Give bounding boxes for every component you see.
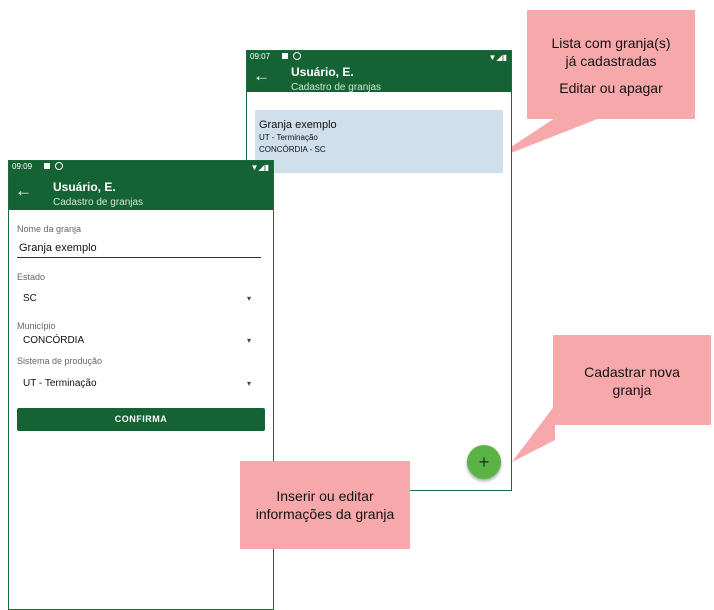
edit-callout-line2: informações da granja — [255, 506, 395, 522]
new-farm-callout-line2: granja — [612, 382, 652, 398]
status-time: 09:07 — [250, 52, 271, 61]
edit-callout: Inserir ou editar informações da granja — [240, 461, 410, 549]
city-dropdown-icon[interactable]: ▾ — [247, 336, 251, 345]
app-bar: ← Usuário, E. Cadastro de granjas — [247, 62, 511, 93]
farm-list-item[interactable]: Granja exemplo UT - Terminação CONCÓRDIA… — [255, 110, 503, 173]
production-system-label: Sistema de produção — [17, 356, 103, 366]
back-arrow-icon[interactable]: ← — [253, 66, 270, 86]
farm-list-screen: 09:07 ▼◢▮ ← Usuário, E. Cadastro de gran… — [246, 50, 512, 491]
city-select[interactable]: CONCÓRDIA — [23, 335, 84, 346]
farm-system: UT - Terminação — [259, 133, 318, 142]
list-callout: Lista com granja(s) já cadastradas Edita… — [527, 10, 695, 119]
list-callout-line1: Lista com granja(s) — [551, 35, 671, 51]
state-label: Estado — [17, 272, 46, 282]
confirm-button[interactable]: CONFIRMA — [17, 408, 265, 431]
farm-location: CONCÓRDIA - SC — [259, 145, 326, 154]
user-name: Usuário, E. — [291, 65, 354, 79]
new-farm-callout: Cadastrar nova granja — [553, 335, 711, 425]
new-farm-callout-line1: Cadastrar nova — [584, 364, 680, 380]
status-bar: 09:07 ▼◢▮ — [247, 51, 511, 62]
new-farm-callout-pointer — [512, 405, 555, 462]
back-arrow-icon[interactable]: ← — [15, 181, 32, 201]
app-bar: ← Usuário, E. Cadastro de granjas — [9, 172, 273, 210]
notification-icon — [44, 163, 50, 169]
sync-icon — [293, 52, 301, 60]
notification-icon — [282, 53, 288, 59]
status-bar: 09:09 ▼◢▮ — [9, 161, 273, 172]
farm-name-underline — [17, 257, 261, 258]
screen-subtitle: Cadastro de granjas — [291, 82, 382, 93]
city-label: Município — [17, 321, 56, 331]
status-time: 09:09 — [12, 162, 33, 171]
production-system-dropdown-icon[interactable]: ▾ — [247, 379, 251, 388]
screen-subtitle: Cadastro de granjas — [53, 197, 144, 208]
farm-name-input[interactable]: Granja exemplo — [19, 242, 97, 254]
farm-name-label: Nome da granja — [17, 224, 82, 234]
farm-name: Granja exemplo — [259, 119, 337, 131]
farm-form-screen: 09:09 ▼◢▮ ← Usuário, E. Cadastro de gran… — [8, 160, 274, 610]
list-callout-line2: já cadastradas — [565, 53, 657, 69]
state-dropdown-icon[interactable]: ▾ — [247, 294, 251, 303]
user-name: Usuário, E. — [53, 180, 116, 194]
state-select[interactable]: SC — [23, 293, 37, 304]
edit-callout-line1: Inserir ou editar — [276, 488, 374, 504]
sync-icon — [55, 162, 63, 170]
list-callout-line3: Editar ou apagar — [559, 80, 663, 96]
production-system-select[interactable]: UT - Terminação — [23, 378, 97, 389]
add-farm-button[interactable]: + — [467, 445, 501, 479]
